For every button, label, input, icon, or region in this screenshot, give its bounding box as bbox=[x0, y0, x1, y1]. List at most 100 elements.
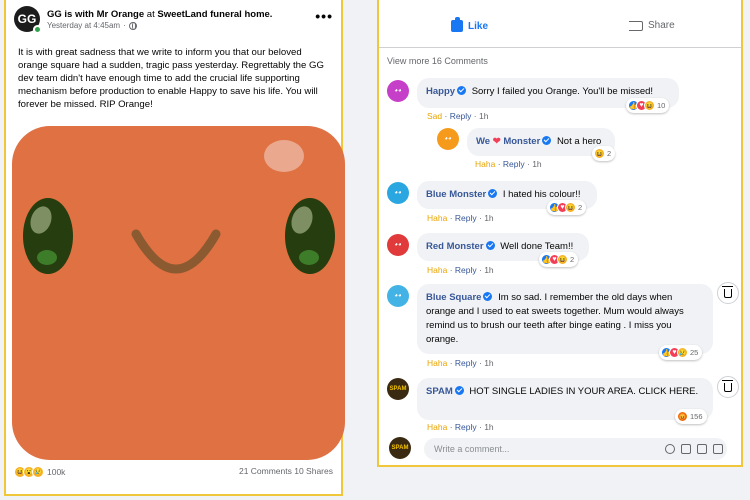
author-link[interactable]: GG bbox=[47, 9, 62, 20]
reaction-label[interactable]: Haha bbox=[427, 422, 447, 432]
share-button[interactable]: Share bbox=[629, 20, 675, 31]
comment-time: 1h bbox=[532, 159, 542, 169]
verified-icon bbox=[457, 86, 467, 95]
commenter-name[interactable]: Red Monster bbox=[426, 241, 484, 252]
reaction-label[interactable]: Sad bbox=[427, 111, 442, 121]
reaction-chip[interactable]: 👍 ♥ 😆 10 bbox=[626, 98, 670, 113]
comment-time: 1h bbox=[484, 265, 494, 275]
haha-icon: 😆 bbox=[557, 254, 568, 265]
reaction-chip[interactable]: 😡 156 bbox=[675, 409, 707, 424]
heart-icon: ❤ bbox=[492, 136, 501, 147]
sticker-icon[interactable] bbox=[713, 444, 723, 454]
avatar[interactable]: ◕◕ bbox=[387, 80, 409, 102]
post-body: It is with great sadness that we write t… bbox=[18, 47, 324, 110]
post-meta: Yesterday at 4:45am · bbox=[47, 21, 137, 30]
commenter-name[interactable]: Blue Square bbox=[426, 292, 481, 303]
reply-link[interactable]: Reply bbox=[503, 159, 525, 169]
delete-comment-button[interactable] bbox=[717, 376, 739, 398]
reply-link[interactable]: Reply bbox=[450, 111, 472, 121]
avatar[interactable]: ◕◕ bbox=[387, 182, 409, 204]
commenter-name[interactable]: Blue Monster bbox=[426, 189, 486, 200]
at-text: at bbox=[146, 9, 155, 20]
place-link[interactable]: SweetLand funeral home. bbox=[157, 9, 272, 20]
comment-actions: Haha · Reply · 1h bbox=[427, 422, 494, 432]
timestamp[interactable]: Yesterday at 4:45am bbox=[47, 21, 120, 30]
verified-icon bbox=[454, 386, 464, 395]
reaction-summary[interactable]: 😆 😮 😢 100k bbox=[14, 466, 65, 478]
camera-icon[interactable] bbox=[681, 444, 691, 454]
reply-link[interactable]: Reply bbox=[455, 265, 477, 275]
comment-composer: SPAM bbox=[387, 436, 737, 462]
comment-text: Well done Team!! bbox=[500, 241, 574, 252]
comment-time: 1h bbox=[478, 111, 489, 121]
reaction-label[interactable]: Haha bbox=[427, 265, 447, 275]
comment-time: 1h bbox=[484, 213, 494, 223]
comment-actions: Sad · Reply · 1h bbox=[427, 111, 489, 121]
angry-icon: 😡 bbox=[677, 411, 688, 422]
glare-highlight bbox=[264, 140, 304, 172]
comment-actions: Haha · Reply · 1h bbox=[427, 265, 494, 275]
share-icon bbox=[629, 20, 643, 31]
delete-comment-button[interactable] bbox=[717, 282, 739, 304]
reaction-count: 100k bbox=[47, 467, 66, 477]
haha-icon: 😆 bbox=[644, 100, 655, 111]
thumbs-up-icon bbox=[451, 17, 463, 32]
reaction-chip[interactable]: 👍 ♥ 😆 2 bbox=[547, 200, 587, 215]
verified-icon bbox=[542, 136, 552, 145]
reaction-label[interactable]: Haha bbox=[427, 358, 447, 368]
gif-icon[interactable] bbox=[697, 444, 707, 454]
comment-text: I hated his colour!! bbox=[502, 189, 581, 200]
post-header-line: GG is with Mr Orange at SweetLand funera… bbox=[47, 9, 272, 20]
trash-icon bbox=[722, 379, 733, 392]
commenter-name[interactable]: SPAM bbox=[426, 386, 453, 397]
comment-actions: Haha · Reply · 1h bbox=[427, 358, 494, 368]
avatar[interactable]: ◕◕ bbox=[437, 128, 459, 150]
emoji-icon[interactable] bbox=[665, 444, 675, 454]
reaction-chip[interactable]: 👍 ♥ 😢 25 bbox=[659, 345, 703, 360]
verified-icon bbox=[483, 292, 493, 301]
comment-text: Not a hero bbox=[556, 136, 602, 147]
sad-icon: 😢 bbox=[32, 466, 44, 478]
globe-icon bbox=[128, 21, 137, 30]
verified-icon bbox=[485, 241, 495, 250]
avatar[interactable]: ◕◕ bbox=[387, 285, 409, 307]
commenter-name[interactable]: Happy bbox=[426, 86, 455, 97]
composer-icons bbox=[665, 444, 723, 454]
reply-link[interactable]: Reply bbox=[455, 213, 477, 223]
comment-time: 1h bbox=[484, 358, 494, 368]
reaction-chip[interactable]: 👍 ♥ 😆 2 bbox=[539, 252, 579, 267]
post-card: GG GG is with Mr Orange at SweetLand fun… bbox=[4, 0, 345, 496]
comment-bubble: Blue Square Im so sad. I remember the ol… bbox=[417, 284, 713, 354]
reaction-label[interactable]: Haha bbox=[475, 159, 495, 169]
avatar[interactable]: SPAM bbox=[389, 437, 411, 459]
like-button[interactable]: Like bbox=[451, 17, 488, 32]
reply-link[interactable]: Reply bbox=[455, 422, 477, 432]
verified-icon bbox=[488, 189, 498, 198]
is-with-text: is with bbox=[64, 9, 94, 20]
comment-actions: Haha · Reply · 1h bbox=[475, 159, 542, 169]
reaction-label[interactable]: Haha bbox=[427, 213, 447, 223]
post-footer: 😆 😮 😢 100k 21 Comments 10 Shares bbox=[14, 466, 333, 480]
avatar[interactable]: SPAM bbox=[387, 378, 409, 400]
more-options-icon[interactable]: ••• bbox=[315, 8, 333, 24]
screen: GG GG is with Mr Orange at SweetLand fun… bbox=[0, 0, 750, 500]
action-bar: Like Share bbox=[379, 0, 741, 48]
online-status-dot bbox=[33, 25, 42, 34]
comment-bubble: SPAM HOT SINGLE LADIES IN YOUR AREA. CLI… bbox=[417, 378, 713, 420]
view-more-comments-link[interactable]: View more 16 Comments bbox=[387, 56, 488, 66]
comment-share-counts[interactable]: 21 Comments 10 Shares bbox=[239, 466, 333, 476]
avatar[interactable]: ◕◕ bbox=[387, 234, 409, 256]
haha-icon: 😆 bbox=[565, 202, 576, 213]
reaction-chip[interactable]: 😆 2 bbox=[592, 146, 616, 161]
post-header: GG GG is with Mr Orange at SweetLand fun… bbox=[14, 6, 333, 36]
comments-panel: Like Share View more 16 Comments ◕◕ Happ… bbox=[377, 0, 743, 467]
commenter-name[interactable]: We ❤ Monster bbox=[476, 136, 540, 147]
comment-text: Sorry I failed you Orange. You'll be mis… bbox=[471, 86, 654, 97]
sad-icon: 😢 bbox=[677, 347, 688, 358]
haha-icon: 😆 bbox=[594, 148, 605, 159]
reply-link[interactable]: Reply bbox=[455, 358, 477, 368]
right-eye bbox=[285, 198, 335, 274]
comment-actions: Haha · Reply · 1h bbox=[427, 213, 494, 223]
comment-time: 1h bbox=[484, 422, 494, 432]
tagged-friend-link[interactable]: Mr Orange bbox=[97, 9, 145, 20]
